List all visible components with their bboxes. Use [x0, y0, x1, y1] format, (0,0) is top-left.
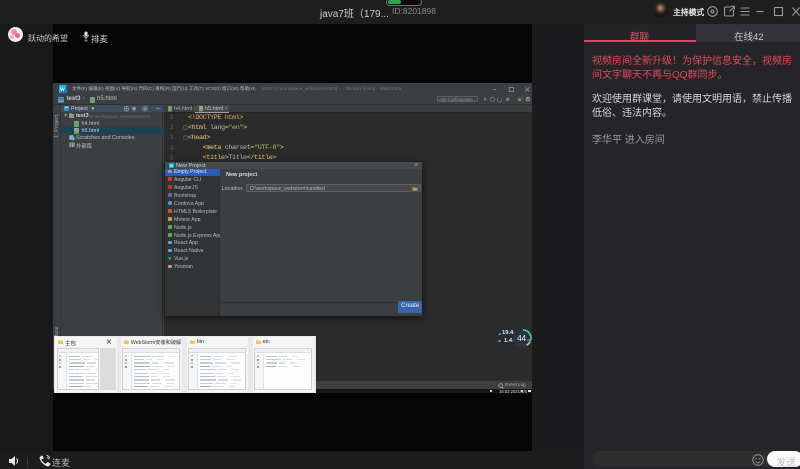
svg-text:44: 44 — [517, 334, 526, 343]
